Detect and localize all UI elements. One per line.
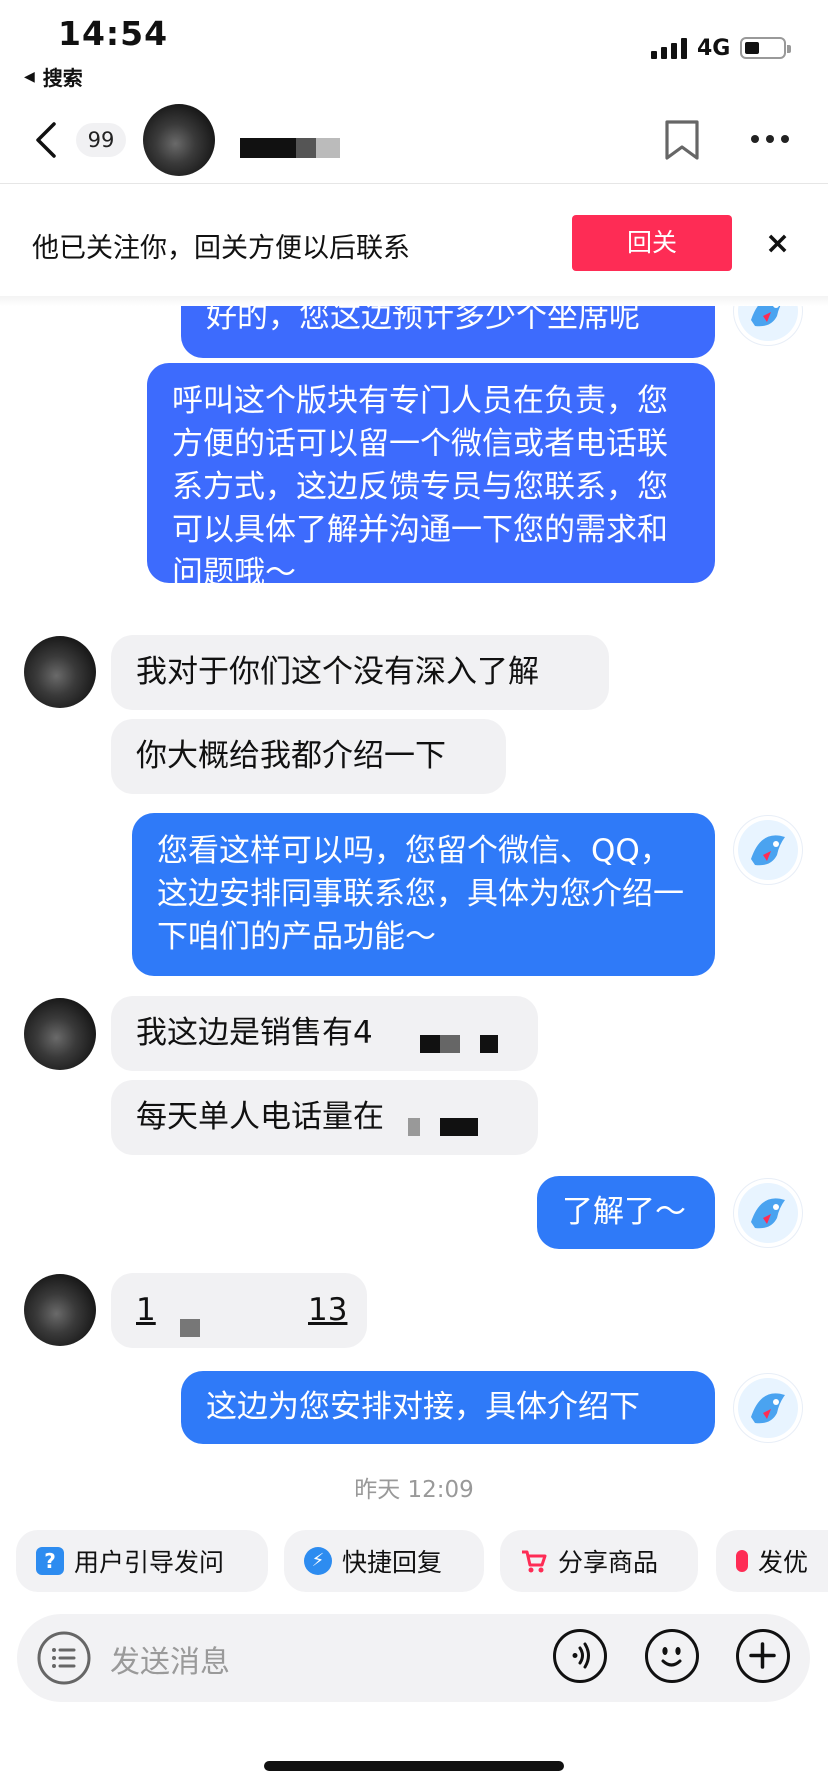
incoming-message[interactable]: 1 13 [111, 1273, 367, 1348]
agent-avatar[interactable] [733, 1178, 803, 1248]
quick-action-label: 快捷回复 [342, 1548, 443, 1577]
network-type: 4G [697, 36, 731, 61]
signal-icon [651, 37, 687, 59]
back-app-label: 搜索 [42, 66, 83, 90]
message-timestamp: 昨天 12:09 [354, 1477, 474, 1503]
cart-icon [522, 1550, 547, 1573]
incoming-message[interactable]: 你大概给我都介绍一下 [111, 719, 506, 794]
outgoing-message[interactable]: 呼叫这个版块有专门人员在负责，您方便的话可以留一个微信或者电话联系方式，这边反馈… [147, 363, 715, 591]
redacted-block [480, 1035, 498, 1053]
back-arrow-icon[interactable] [30, 118, 64, 162]
message-text: 呼叫这个版块有专门人员在负责，您方便的话可以留一个微信或者电话联系方式，这边反馈… [172, 383, 668, 591]
incoming-message[interactable]: 我对于你们这个没有深入了解 [111, 635, 609, 710]
add-icon[interactable] [736, 1629, 790, 1683]
agent-avatar[interactable] [733, 815, 803, 885]
quick-action-coupon[interactable]: 发优 [716, 1530, 828, 1592]
more-options-icon[interactable] [751, 135, 789, 143]
redacted-block [180, 1319, 200, 1337]
message-text: 我这边是销售有4 [136, 1015, 373, 1051]
contact-avatar[interactable] [24, 636, 96, 708]
voice-icon[interactable] [553, 1629, 607, 1683]
agent-avatar[interactable] [733, 306, 803, 346]
banner-divider [0, 296, 828, 306]
bird-logo-icon [738, 306, 798, 341]
contact-avatar[interactable] [24, 998, 96, 1070]
contact-avatar[interactable] [143, 104, 215, 176]
close-icon[interactable]: × [765, 226, 790, 261]
bookmark-icon[interactable] [662, 118, 702, 162]
incoming-message[interactable]: 我这边是销售有4 [111, 996, 538, 1071]
question-icon: ? [36, 1547, 64, 1575]
outgoing-message[interactable]: 您看这样可以吗，您留个微信、QQ，这边安排同事联系您，具体为您介绍一下咱们的产品… [132, 813, 715, 976]
quick-action-guide-question[interactable]: ? 用户引导发问 [16, 1530, 268, 1592]
message-text: 我对于你们这个没有深入了解 [136, 654, 539, 690]
message-input[interactable]: 发送消息 [110, 1637, 230, 1681]
unread-count-badge[interactable]: 99 [76, 123, 126, 157]
message-text: 这边为您安排对接，具体介绍下 [206, 1389, 640, 1425]
coupon-icon [736, 1550, 748, 1572]
outgoing-message[interactable]: 了解了～ [537, 1176, 715, 1249]
bird-logo-icon [738, 820, 798, 880]
lightning-icon: ⚡ [304, 1547, 332, 1575]
quick-action-label: 发优 [757, 1548, 808, 1577]
message-text-end: 13 [308, 1292, 348, 1328]
battery-icon [740, 37, 791, 59]
follow-back-button[interactable]: 回关 [572, 215, 732, 271]
follow-banner-text: 他已关注你，回关方便以后联系 [32, 233, 410, 264]
message-list[interactable]: 好的，您这边预计多少个坐席呢 呼叫这个版块有专门人员在负责，您方便的话可以留一个… [0, 306, 828, 1456]
back-to-app-link[interactable]: ◀ 搜索 [24, 62, 83, 91]
emoji-icon[interactable] [645, 1629, 699, 1683]
quick-action-share-product[interactable]: 分享商品 [500, 1530, 698, 1592]
quick-action-quick-reply[interactable]: ⚡ 快捷回复 [284, 1530, 484, 1592]
redacted-block [440, 1035, 460, 1053]
message-text: 好的，您这边预计多少个坐席呢 [206, 306, 640, 335]
back-triangle-icon: ◀ [24, 68, 35, 85]
message-text: 你大概给我都介绍一下 [136, 738, 446, 774]
bird-logo-icon [738, 1183, 798, 1243]
agent-avatar[interactable] [733, 1373, 803, 1443]
home-indicator[interactable] [264, 1761, 564, 1771]
bird-logo-icon [738, 1378, 798, 1438]
quick-action-label: 分享商品 [558, 1548, 659, 1577]
quick-action-label: 用户引导发问 [74, 1548, 225, 1577]
redacted-block [440, 1118, 478, 1136]
status-time: 14:54 [58, 14, 169, 53]
message-text: 每天单人电话量在 [136, 1099, 384, 1135]
message-text: 您看这样可以吗，您留个微信、QQ，这边安排同事联系您，具体为您介绍一下咱们的产品… [157, 833, 684, 955]
message-text-start: 1 [136, 1292, 156, 1328]
menu-list-icon[interactable] [36, 1630, 92, 1686]
redacted-block [408, 1118, 420, 1136]
redacted-block [420, 1035, 440, 1053]
contact-avatar[interactable] [24, 1274, 96, 1346]
nav-divider [0, 183, 828, 184]
message-text: 了解了～ [562, 1194, 686, 1230]
outgoing-message[interactable]: 这边为您安排对接，具体介绍下 [181, 1371, 715, 1444]
outgoing-message[interactable]: 好的，您这边预计多少个坐席呢 [181, 306, 715, 358]
contact-name-redacted [240, 138, 340, 158]
